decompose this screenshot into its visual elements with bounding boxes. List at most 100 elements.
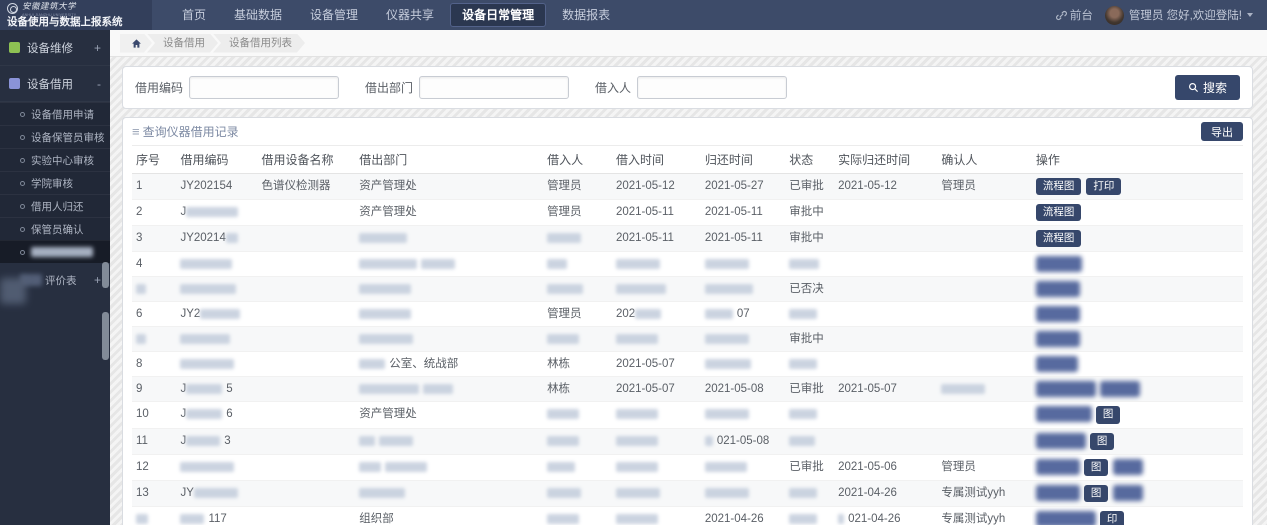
sidebar-subitem-3[interactable]: 实验中心审核 xyxy=(0,148,110,171)
action-button[interactable]: 图 xyxy=(1084,485,1109,502)
sidebar-group-1[interactable]: 设备维修+ xyxy=(0,30,110,66)
cell-text: 2021-04-26 xyxy=(838,487,897,499)
actions-cell xyxy=(1032,302,1243,327)
scrollbar-thumb[interactable] xyxy=(102,262,109,288)
cell-text: 021-04-26 xyxy=(848,513,900,525)
sidebar-subitem-label: 借用人归还 xyxy=(31,199,84,214)
table-cell xyxy=(543,252,612,277)
redacted-text xyxy=(789,436,815,446)
table-cell: 林栋 xyxy=(543,352,612,377)
table-cell xyxy=(785,252,834,277)
table-row: 12已审批2021-05-06管理员图 xyxy=(132,454,1243,480)
redacted-text xyxy=(547,233,581,243)
cell-text: 管理员 xyxy=(941,461,976,473)
redacted-text xyxy=(616,284,666,294)
cell-text: 6 xyxy=(136,308,142,320)
table-cell xyxy=(937,302,1031,327)
table-cell xyxy=(834,226,937,252)
action-button[interactable]: 图 xyxy=(1084,459,1109,476)
cell-text: 6 xyxy=(226,408,232,420)
table-cell xyxy=(176,327,257,352)
redacted-action-button xyxy=(1036,511,1096,525)
table-cell xyxy=(937,200,1031,226)
sidebar-group-label: 评价表 xyxy=(45,273,94,288)
chevron-down-icon xyxy=(1247,13,1253,17)
table-row: 11J3021-05-08图 xyxy=(132,428,1243,454)
redacted-text xyxy=(186,436,220,446)
action-button[interactable]: 图 xyxy=(1090,433,1115,450)
action-button[interactable]: 图 xyxy=(1096,406,1121,423)
flowchart-button[interactable]: 流程图 xyxy=(1036,178,1082,195)
breadcrumb-home[interactable] xyxy=(120,34,152,53)
sidebar-subitem-5[interactable]: 借用人归还 xyxy=(0,194,110,217)
table-cell: 10 xyxy=(132,402,176,428)
breadcrumb-item-1[interactable]: 设备借用 xyxy=(147,34,218,53)
redacted-text xyxy=(789,309,817,319)
breadcrumb-item-2[interactable]: 设备借用列表 xyxy=(213,34,305,53)
link-icon xyxy=(1056,10,1067,21)
lend-department-input[interactable] xyxy=(419,76,569,99)
flowchart-button[interactable]: 流程图 xyxy=(1036,230,1082,247)
expand-toggle-icon: + xyxy=(94,41,101,55)
redacted-text xyxy=(705,334,749,344)
search-button[interactable]: 搜索 xyxy=(1175,75,1240,100)
cell-text: 3 xyxy=(136,232,142,244)
cell-text: 2021-05-07 xyxy=(616,383,675,395)
action-button[interactable]: 印 xyxy=(1100,511,1125,525)
user-menu[interactable]: 管理员 您好,欢迎登陆! xyxy=(1105,6,1253,25)
flowchart-button[interactable]: 流程图 xyxy=(1036,204,1082,221)
redacted-text xyxy=(359,334,413,344)
table-cell xyxy=(937,226,1031,252)
actions-cell: 图 xyxy=(1032,454,1243,480)
nav-item-4[interactable]: 仪器共享 xyxy=(372,0,448,30)
nav-item-6[interactable]: 数据报表 xyxy=(548,0,624,30)
front-site-link[interactable]: 前台 xyxy=(1056,7,1093,23)
search-panel: 借用编码 借出部门 借入人 搜索 xyxy=(122,66,1253,109)
table-cell: 2021-05-11 xyxy=(701,200,785,226)
table-cell: 管理员 xyxy=(543,302,612,327)
nav-item-5[interactable]: 设备日常管理 xyxy=(450,3,546,27)
sidebar-subitem-redacted[interactable] xyxy=(0,240,110,263)
table-cell xyxy=(612,454,701,480)
table-cell: 9 xyxy=(132,377,176,402)
table-cell xyxy=(701,277,785,302)
table-cell: 审批中 xyxy=(785,200,834,226)
table-cell: 专属测试yyh xyxy=(937,507,1031,525)
cell-text: 2021-05-12 xyxy=(616,180,675,192)
sidebar-subitem-2[interactable]: 设备保管员审核 xyxy=(0,125,110,148)
redacted-text xyxy=(136,514,148,524)
table-cell xyxy=(834,277,937,302)
borrow-code-input[interactable] xyxy=(189,76,339,99)
nav-item-2[interactable]: 基础数据 xyxy=(220,0,296,30)
table-row: 已否决 xyxy=(132,277,1243,302)
cell-text: 资产管理处 xyxy=(359,206,417,218)
borrower-input[interactable] xyxy=(637,76,787,99)
actions-cell xyxy=(1032,252,1243,277)
table-cell: 已审批 xyxy=(785,377,834,402)
nav-item-1[interactable]: 首页 xyxy=(168,0,220,30)
sidebar-subitem-1[interactable]: 设备借用申请 xyxy=(0,102,110,125)
user-greeting: 管理员 您好,欢迎登陆! xyxy=(1129,7,1242,23)
redacted-action-button xyxy=(1113,485,1143,501)
redacted-text xyxy=(705,284,753,294)
cell-text: 8 xyxy=(136,358,142,370)
bullet-icon xyxy=(20,204,25,209)
nav-item-3[interactable]: 设备管理 xyxy=(296,0,372,30)
table-cell xyxy=(612,327,701,352)
bullet-icon xyxy=(20,158,25,163)
redacted-action-button xyxy=(1036,356,1078,372)
sidebar-subitem-4[interactable]: 学院审核 xyxy=(0,171,110,194)
redacted-text xyxy=(547,514,579,524)
sidebar-group-2[interactable]: 设备借用- xyxy=(0,66,110,102)
table-cell xyxy=(937,277,1031,302)
redacted-text xyxy=(379,436,413,446)
table-cell xyxy=(612,507,701,525)
cell-text: 13 xyxy=(136,487,149,499)
export-button[interactable]: 导出 xyxy=(1201,122,1243,141)
sidebar-subitem-6[interactable]: 保管员确认 xyxy=(0,217,110,240)
table-cell: JY202154 xyxy=(176,174,257,200)
scrollbar-thumb[interactable] xyxy=(102,312,109,360)
cell-text: 专属测试yyh xyxy=(941,487,1005,499)
print-button[interactable]: 打印 xyxy=(1086,178,1121,195)
cell-text: 林栋 xyxy=(547,383,570,395)
